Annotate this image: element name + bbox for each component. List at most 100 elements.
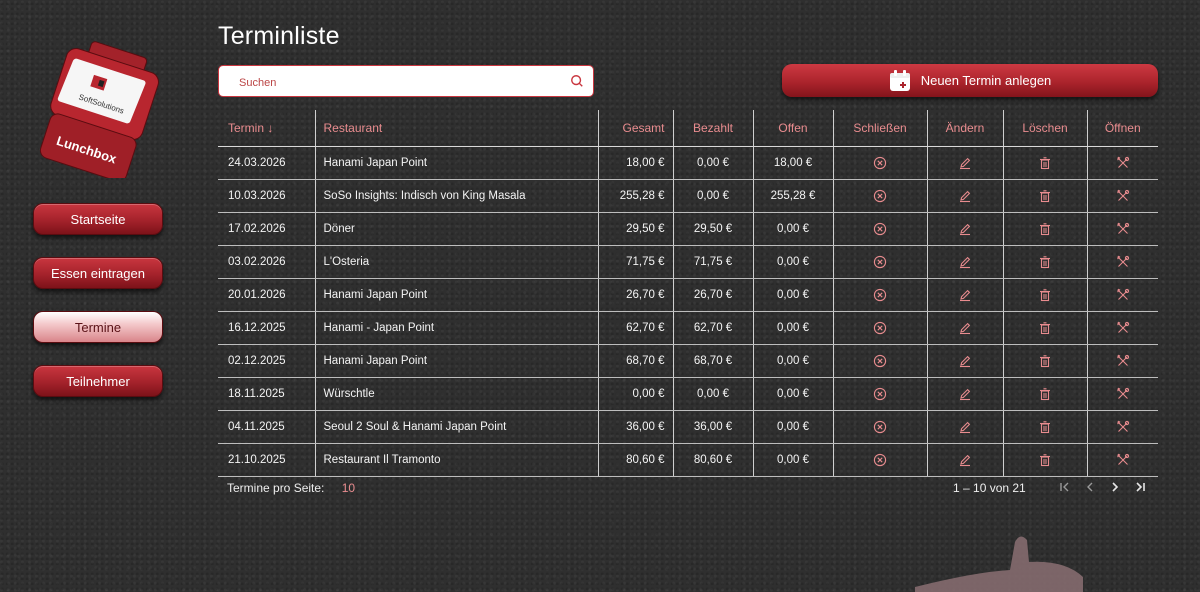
table-row[interactable]: 02.12.2025 Hanami Japan Point 68,70 €68,70…: [218, 344, 1158, 378]
cell-bezahlt: 36,00 €: [672, 410, 753, 444]
edit-pencil-icon[interactable]: [958, 288, 972, 302]
cell-bezahlt: 29,50 €: [672, 212, 753, 246]
table-row[interactable]: 16.12.2025 Hanami - Japan Point 62,70 €62,…: [218, 311, 1158, 345]
cell-open-action: [1086, 146, 1158, 180]
cell-gesamt: 18,00 €: [597, 146, 673, 180]
cell-close-action: [832, 377, 927, 411]
edit-pencil-icon[interactable]: [958, 354, 972, 368]
cell-open-action: [1086, 212, 1158, 246]
table-row[interactable]: 10.03.2026 SoSo Insights: Indisch von Kin…: [218, 179, 1158, 213]
nav-termine-button[interactable]: Termine: [33, 311, 163, 343]
nav-essen-eintragen-button[interactable]: Essen eintragen: [33, 257, 163, 289]
last-page-icon[interactable]: [1133, 479, 1147, 495]
previous-page-icon[interactable]: [1083, 479, 1097, 495]
edit-pencil-icon[interactable]: [958, 387, 972, 401]
table-row[interactable]: 24.03.2026 Hanami Japan Point 18,00 €0,00 …: [218, 146, 1158, 180]
header-bezahlt[interactable]: Bezahlt: [672, 110, 753, 147]
cutlery-icon[interactable]: [1116, 222, 1130, 236]
edit-pencil-icon[interactable]: [958, 189, 972, 203]
calendar-add-icon: [889, 69, 910, 91]
table-row[interactable]: 03.02.2026 L'Osteria 71,75 €71,75 €0,00 €: [218, 245, 1158, 279]
cell-gesamt: 62,70 €: [597, 311, 673, 345]
cell-restaurant: Restaurant Il Tramonto: [314, 443, 598, 477]
trash-icon[interactable]: [1038, 189, 1052, 203]
cell-open-action: [1086, 179, 1158, 213]
search-input[interactable]: [237, 73, 561, 93]
cell-edit-action: [926, 377, 1003, 411]
next-page-icon[interactable]: [1108, 479, 1122, 495]
cutlery-icon[interactable]: [1116, 420, 1130, 434]
cutlery-icon[interactable]: [1116, 453, 1130, 467]
cell-termin: 04.11.2025: [218, 410, 315, 444]
header-offen[interactable]: Offen: [752, 110, 833, 147]
table-row[interactable]: 17.02.2026 Döner 29,50 €29,50 €0,00 €: [218, 212, 1158, 246]
cutlery-icon[interactable]: [1116, 288, 1130, 302]
first-page-icon[interactable]: [1058, 479, 1072, 495]
close-circle-icon[interactable]: [873, 156, 887, 170]
cell-gesamt: 255,28 €: [597, 179, 673, 213]
cell-restaurant: Hanami Japan Point: [314, 344, 598, 378]
close-circle-icon[interactable]: [873, 453, 887, 467]
trash-icon[interactable]: [1038, 387, 1052, 401]
trash-icon[interactable]: [1038, 222, 1052, 236]
cell-gesamt: 80,60 €: [597, 443, 673, 477]
cell-offen: 0,00 €: [752, 278, 833, 312]
nav-startseite-button[interactable]: Startseite: [33, 203, 163, 235]
cell-termin: 20.01.2026: [218, 278, 315, 312]
close-circle-icon[interactable]: [873, 420, 887, 434]
cutlery-icon[interactable]: [1116, 156, 1130, 170]
close-circle-icon[interactable]: [873, 321, 887, 335]
edit-pencil-icon[interactable]: [958, 156, 972, 170]
search-icon[interactable]: [570, 74, 584, 88]
cutlery-icon[interactable]: [1116, 189, 1130, 203]
cell-open-action: [1086, 410, 1158, 444]
cutlery-icon[interactable]: [1116, 255, 1130, 269]
nav-teilnehmer-button[interactable]: Teilnehmer: [33, 365, 163, 397]
cell-offen: 0,00 €: [752, 245, 833, 279]
trash-icon[interactable]: [1038, 288, 1052, 302]
cutlery-icon[interactable]: [1116, 354, 1130, 368]
cell-gesamt: 0,00 €: [597, 377, 673, 411]
trash-icon[interactable]: [1038, 420, 1052, 434]
nav-label: Termine: [74, 319, 122, 335]
header-termin[interactable]: Termin ↓: [218, 110, 315, 147]
edit-pencil-icon[interactable]: [958, 255, 972, 269]
cell-close-action: [832, 179, 927, 213]
table-row[interactable]: 20.01.2026 Hanami Japan Point 26,70 €26,70…: [218, 278, 1158, 312]
close-circle-icon[interactable]: [873, 288, 887, 302]
edit-pencil-icon[interactable]: [958, 420, 972, 434]
cell-delete-action: [1002, 443, 1087, 477]
cell-close-action: [832, 311, 927, 345]
close-circle-icon[interactable]: [873, 354, 887, 368]
new-appointment-button[interactable]: Neuen Termin anlegen: [782, 64, 1158, 97]
cell-restaurant: Würschtle: [314, 377, 598, 411]
trash-icon[interactable]: [1038, 255, 1052, 269]
close-circle-icon[interactable]: [873, 255, 887, 269]
header-gesamt[interactable]: Gesamt: [597, 110, 673, 147]
cell-bezahlt: 26,70 €: [672, 278, 753, 312]
trash-icon[interactable]: [1038, 156, 1052, 170]
close-circle-icon[interactable]: [873, 387, 887, 401]
edit-pencil-icon[interactable]: [958, 222, 972, 236]
table-row[interactable]: 04.11.2025 Seoul 2 Soul & Hanami Japan Po…: [218, 410, 1158, 444]
cell-close-action: [832, 212, 927, 246]
trash-icon[interactable]: [1038, 354, 1052, 368]
trash-icon[interactable]: [1038, 453, 1052, 467]
trash-icon[interactable]: [1038, 321, 1052, 335]
cell-restaurant: Hanami Japan Point: [314, 278, 598, 312]
cutlery-icon[interactable]: [1116, 387, 1130, 401]
close-circle-icon[interactable]: [873, 222, 887, 236]
cutlery-icon[interactable]: [1116, 321, 1130, 335]
page-size-select[interactable]: 10: [342, 481, 355, 495]
header-restaurant[interactable]: Restaurant: [314, 110, 598, 147]
table-row[interactable]: 21.10.2025 Restaurant Il Tramonto 80,60 €8…: [218, 443, 1158, 477]
new-appointment-label: Neuen Termin anlegen: [920, 73, 1052, 88]
search-box: [218, 65, 594, 97]
edit-pencil-icon[interactable]: [958, 453, 972, 467]
table-row[interactable]: 18.11.2025 Würschtle 0,00 €0,00 €0,00 €: [218, 377, 1158, 411]
edit-pencil-icon[interactable]: [958, 321, 972, 335]
cell-restaurant: L'Osteria: [314, 245, 598, 279]
close-circle-icon[interactable]: [873, 189, 887, 203]
cell-open-action: [1086, 245, 1158, 279]
cell-termin: 24.03.2026: [218, 146, 315, 180]
